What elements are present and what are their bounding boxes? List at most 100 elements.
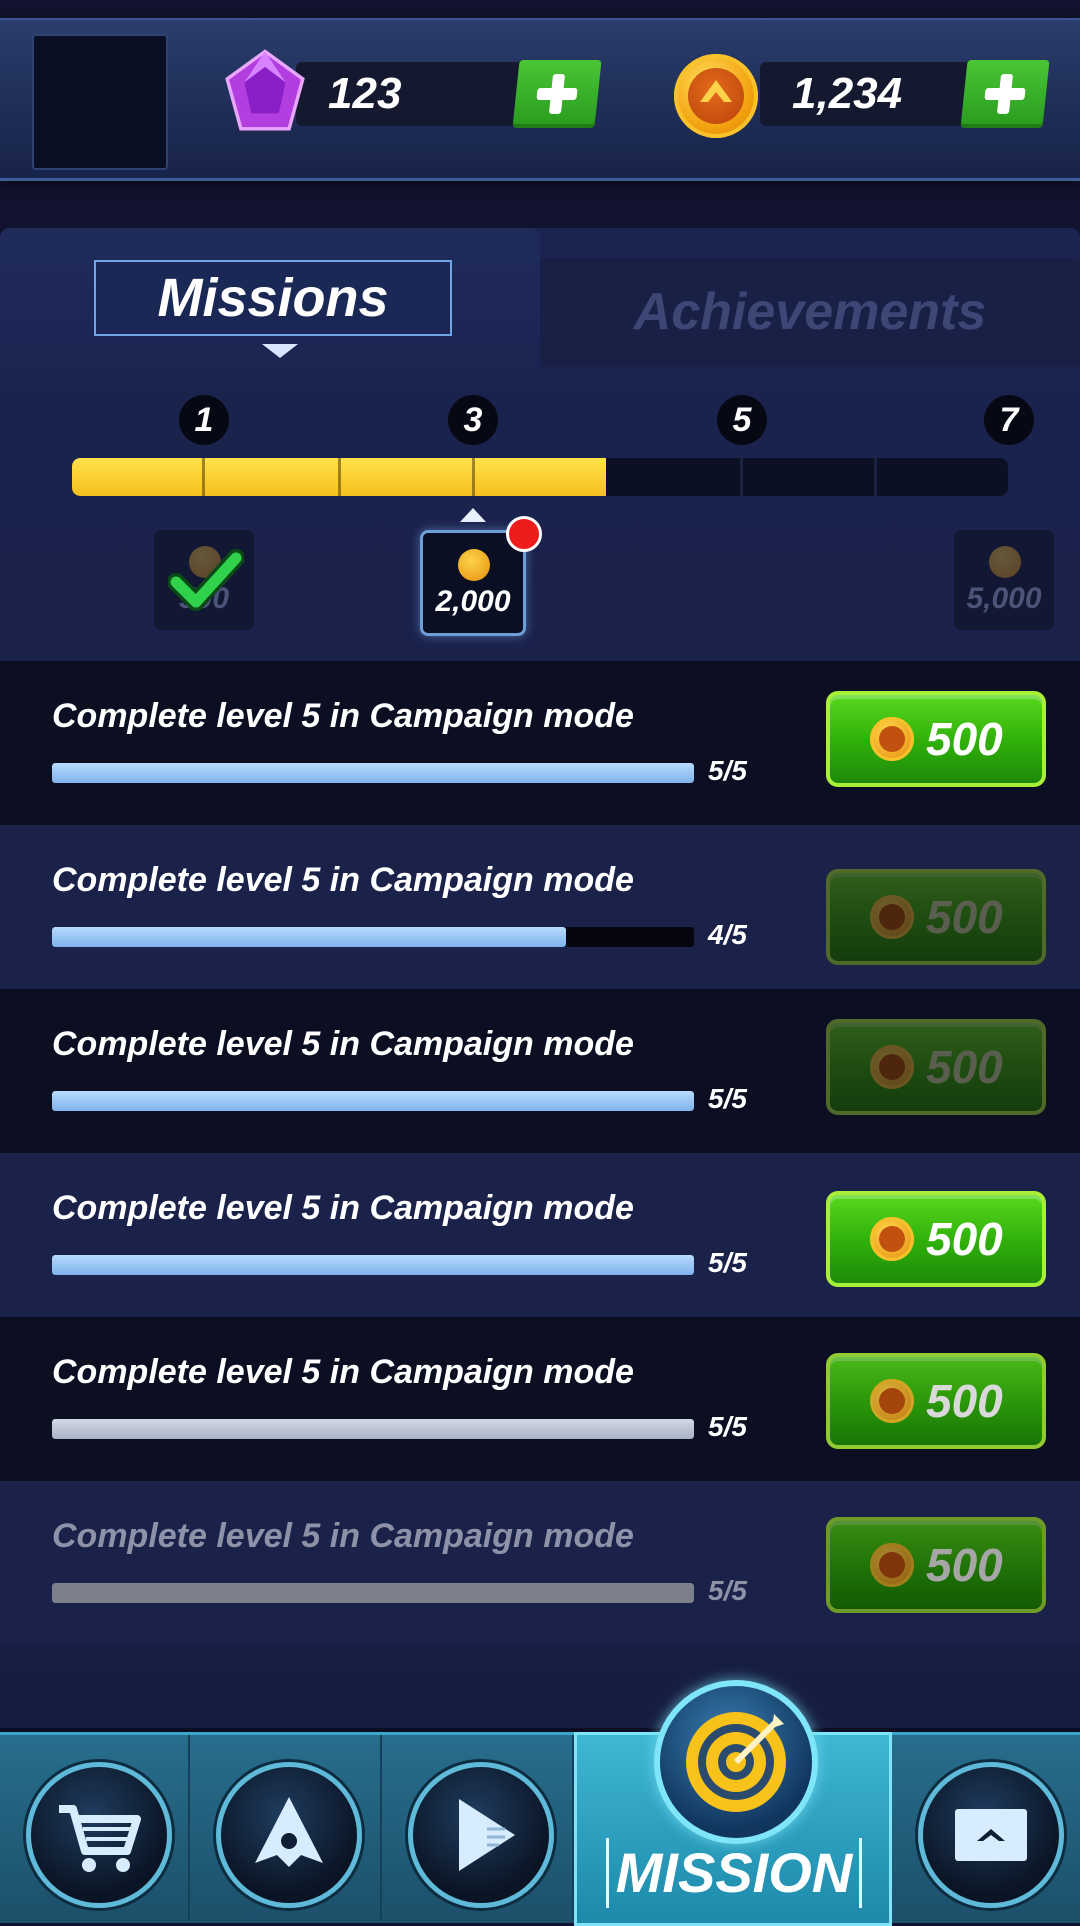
tab-achievements[interactable]: Achievements <box>540 258 1080 366</box>
nav-ships-button[interactable] <box>216 1762 362 1908</box>
coin-icon <box>870 1543 914 1587</box>
checkmark-icon <box>168 549 244 611</box>
nav-separator <box>188 1735 190 1920</box>
nav-shop-button[interactable] <box>26 1762 172 1908</box>
reward-amount: 500 <box>926 891 1003 943</box>
reward-amount: 500 <box>926 1539 1003 1591</box>
mission-progress-bar <box>52 1255 694 1275</box>
mission-title: Complete level 5 in Campaign mode <box>52 1517 634 1555</box>
coin-icon-inner <box>879 1388 905 1414</box>
mission-count: 4/5 <box>708 919 747 950</box>
plus-icon-stem <box>548 74 566 114</box>
claim-reward-button[interactable]: 500 <box>826 869 1046 965</box>
spaceship-icon <box>255 1797 323 1867</box>
nav-separator <box>380 1735 382 1920</box>
milestone-number: 5 <box>717 395 767 445</box>
nav-play-button[interactable] <box>408 1762 554 1908</box>
mission-progress-fill <box>52 763 694 783</box>
track-divider <box>202 458 205 496</box>
notification-dot <box>506 516 542 552</box>
milestone-reward-value: 2,000 <box>435 585 511 618</box>
milestone-number: 3 <box>448 395 498 445</box>
milestone-reward-value: 5,000 <box>966 582 1042 615</box>
mission-count: 5/5 <box>708 755 747 786</box>
coin-icon <box>870 1379 914 1423</box>
play-icon <box>459 1799 515 1871</box>
mission-title: Complete level 5 in Campaign mode <box>52 1353 634 1391</box>
mission-count: 5/5 <box>708 1411 747 1442</box>
nav-inbox-button[interactable] <box>918 1762 1064 1908</box>
coin-icon-inner <box>879 1226 905 1252</box>
mission-progress-fill <box>52 927 566 947</box>
track-divider <box>874 458 877 496</box>
add-gems-button[interactable] <box>512 60 602 128</box>
gem-counter: 123 <box>296 60 602 128</box>
coin-counter: 1,234 <box>760 60 1050 128</box>
reward-amount: 500 <box>926 1213 1003 1265</box>
tab-achievements-label: Achievements <box>633 283 987 341</box>
mission-row: Complete level 5 in Campaign mode 5/5 50… <box>0 1153 1080 1317</box>
mission-title: Complete level 5 in Campaign mode <box>52 1189 634 1227</box>
milestone-number: 7 <box>984 395 1034 445</box>
claim-reward-button[interactable]: 500 <box>826 691 1046 787</box>
coin-icon <box>989 546 1021 578</box>
coin-icon <box>870 1217 914 1261</box>
mission-title: Complete level 5 in Campaign mode <box>52 697 634 735</box>
claim-reward-button[interactable]: 500 <box>826 1353 1046 1449</box>
coin-icon-inner <box>879 1054 905 1080</box>
mission-progress-fill <box>52 1583 694 1603</box>
tab-missions-frame: Missions <box>94 260 452 336</box>
mission-count: 5/5 <box>708 1083 747 1114</box>
mission-title: Complete level 5 in Campaign mode <box>52 1025 634 1063</box>
mission-progress-fill <box>52 1091 694 1111</box>
milestone-progress-bar <box>72 458 1008 496</box>
mission-progress-bar <box>52 1091 694 1111</box>
plus-icon-stem <box>996 74 1014 114</box>
mission-row: Complete level 5 in Campaign mode 5/5 50… <box>0 989 1080 1153</box>
mission-row: Complete level 5 in Campaign mode 4/5 50… <box>0 825 1080 989</box>
cart-icon <box>59 1805 141 1872</box>
coin-amount: 1,234 <box>792 69 903 118</box>
coin-icon <box>870 717 914 761</box>
avatar[interactable] <box>32 34 168 170</box>
reward-amount: 500 <box>926 1375 1003 1427</box>
nav-mission-button[interactable] <box>654 1680 818 1844</box>
mission-row: Complete level 5 in Campaign mode 5/5 50… <box>0 1481 1080 1645</box>
coin-icon-inner <box>879 726 905 752</box>
mission-progress-bar <box>52 927 694 947</box>
coin-icon-inner <box>879 1552 905 1578</box>
target-icon <box>686 1712 786 1812</box>
track-divider <box>472 458 475 496</box>
add-coins-button[interactable] <box>960 60 1050 128</box>
coin-icon <box>870 1045 914 1089</box>
milestone-number: 1 <box>179 395 229 445</box>
mission-progress-bar <box>52 1419 694 1439</box>
mission-row: Complete level 5 in Campaign mode 5/5 50… <box>0 1317 1080 1481</box>
progress-marker-icon <box>460 508 486 522</box>
track-divider <box>338 458 341 496</box>
milestone-reward-claimed[interactable]: 500 <box>154 530 254 630</box>
claim-reward-button[interactable]: 500 <box>826 1191 1046 1287</box>
coin-icon <box>458 549 490 581</box>
claim-reward-button[interactable]: 500 <box>826 1517 1046 1613</box>
mission-progress-fill <box>52 1255 694 1275</box>
reward-amount: 500 <box>926 713 1003 765</box>
reward-amount: 500 <box>926 1041 1003 1093</box>
track-divider <box>740 458 743 496</box>
tab-caret-icon <box>262 344 298 358</box>
coin-icon <box>674 54 758 138</box>
mission-title: Complete level 5 in Campaign mode <box>52 861 634 899</box>
coin-emblem-icon <box>700 80 732 102</box>
gem-amount: 123 <box>328 69 402 118</box>
mission-progress-bar <box>52 1583 694 1603</box>
coin-icon <box>870 895 914 939</box>
mission-count: 5/5 <box>708 1575 747 1606</box>
inbox-icon <box>955 1809 1027 1861</box>
coin-icon-inner <box>879 904 905 930</box>
top-bar: 123 1,234 <box>0 18 1080 181</box>
milestone-reward-locked[interactable]: 5,000 <box>954 530 1054 630</box>
mission-progress-bar <box>52 763 694 783</box>
mission-progress-fill <box>52 1419 694 1439</box>
tab-missions-label: Missions <box>157 268 389 328</box>
claim-reward-button[interactable]: 500 <box>826 1019 1046 1115</box>
